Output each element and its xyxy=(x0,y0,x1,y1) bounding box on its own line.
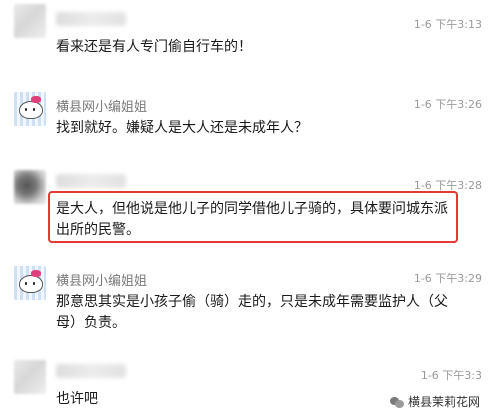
sender-name: 横县网小编姐姐 xyxy=(56,100,148,115)
message-text: 也许吧 xyxy=(56,391,98,407)
kitty-face-icon xyxy=(19,101,43,119)
message-time: 1-6 下午3:26 xyxy=(413,98,482,111)
sender-name-blurred xyxy=(56,364,126,378)
watermark: 横县茉莉花网 xyxy=(389,393,480,410)
sender-name: 横县网小编姐姐 xyxy=(56,274,148,289)
bow-icon xyxy=(31,96,41,103)
message-text: 看来还是有人专门偷自行车的！ xyxy=(56,39,252,55)
watermark-text: 横县茉莉花网 xyxy=(407,395,480,409)
kitty-face-icon xyxy=(19,275,43,293)
message-text-line: 那意思其实是小孩子偷（骑）走的，只是未成年需要监护人（父 xyxy=(56,294,448,310)
message-time: 1-6 下午3:13 xyxy=(413,18,482,31)
message-time: 1-6 下午3:3 xyxy=(420,369,482,382)
wechat-icon xyxy=(389,396,404,408)
eye-icon xyxy=(25,282,27,285)
avatar xyxy=(14,266,46,300)
eye-icon xyxy=(33,108,35,111)
sender-name-blurred xyxy=(56,12,126,26)
avatar xyxy=(14,360,46,394)
avatar xyxy=(14,4,46,38)
message-text-line: 母）负责。 xyxy=(56,315,126,331)
message-text: 那意思其实是小孩子偷（骑）走的，只是未成年需要监护人（父 母）负责。 xyxy=(56,292,448,334)
message-time: 1-6 下午3:29 xyxy=(413,272,482,285)
eye-icon xyxy=(25,108,27,111)
eye-icon xyxy=(33,282,35,285)
sender-name-blurred xyxy=(56,174,126,188)
highlight-box xyxy=(48,191,458,243)
avatar xyxy=(14,170,46,204)
message-text: 找到就好。嫌疑人是大人还是未成年人？ xyxy=(56,120,308,136)
avatar xyxy=(14,92,46,126)
bow-icon xyxy=(31,270,41,277)
